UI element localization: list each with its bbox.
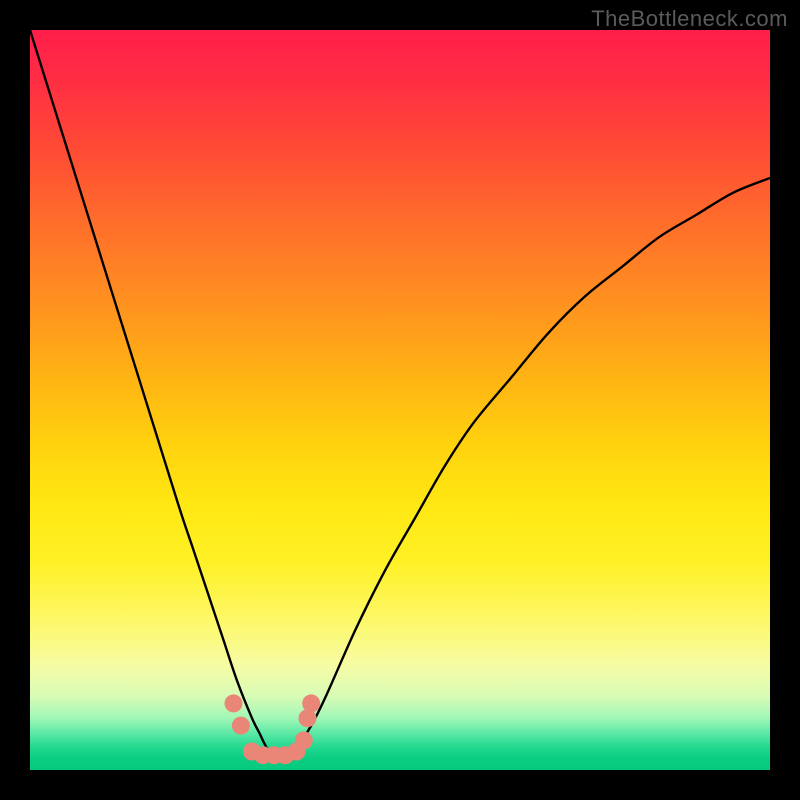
curve-layer	[30, 30, 770, 770]
marker-cluster	[225, 694, 321, 764]
watermark-text: TheBottleneck.com	[591, 6, 788, 32]
curve-marker	[295, 731, 313, 749]
chart-frame: TheBottleneck.com	[0, 0, 800, 800]
curve-marker	[225, 694, 243, 712]
curve-marker	[232, 717, 250, 735]
plot-area	[30, 30, 770, 770]
curve-marker	[302, 694, 320, 712]
bottleneck-curve	[30, 30, 770, 756]
